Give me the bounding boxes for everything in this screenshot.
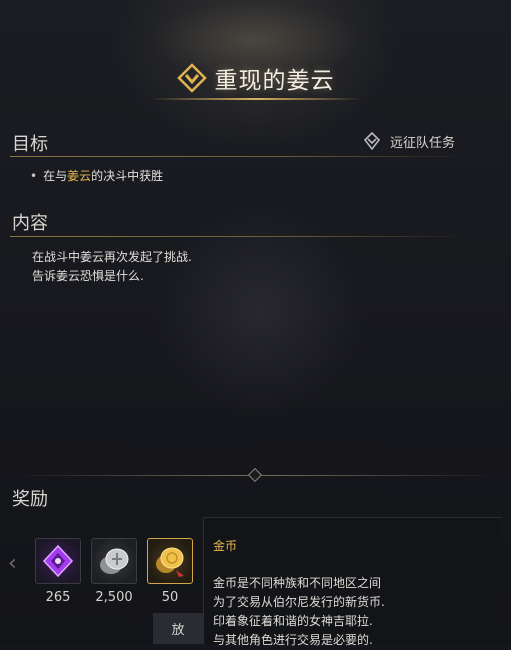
action-button[interactable]: 放: [153, 613, 203, 644]
objective-item: • 在与姜云的决斗中获胜: [30, 167, 163, 184]
purple-crystal-icon: [42, 544, 74, 578]
quest-title-bar: 重现的姜云: [0, 58, 511, 98]
tooltip-line: 与其他角色进行交易是必要的.: [213, 633, 373, 647]
reward-count: 50: [161, 590, 179, 605]
objective-target-name: 姜云: [67, 169, 92, 183]
gold-coin-icon: [156, 547, 184, 577]
tooltip-line: 为了交易从伯尔尼发行的新货币.: [213, 595, 385, 609]
item-tooltip: 金币 金币是不同种族和不同地区之间 为了交易从伯尔尼发行的新货币. 印着象征着和…: [203, 517, 502, 647]
reward-slot[interactable]: [91, 538, 137, 584]
reward-item-silver-coin[interactable]: 2,500: [91, 538, 137, 605]
tooltip-title: 金币: [213, 539, 238, 553]
expedition-task-label: 远征队任务: [390, 135, 456, 151]
objective-prefix: 在与: [43, 169, 68, 183]
reward-item-purple-crystal[interactable]: 265: [35, 538, 81, 605]
expedition-task-tag: 远征队任务: [362, 131, 455, 151]
objective-heading: 目标: [12, 134, 48, 155]
content-text: 在战斗中姜云再次发起了挑战. 告诉姜云恐惧是什么.: [32, 248, 192, 286]
content-heading: 内容: [12, 213, 48, 234]
expedition-icon: [363, 131, 381, 151]
quest-diamond-icon: [176, 63, 207, 93]
title-underline: [150, 98, 362, 100]
content-line: 在战斗中姜云再次发起了挑战.: [32, 250, 192, 264]
tooltip-line: 金币是不同种族和不同地区之间: [213, 576, 382, 590]
reward-item-gold-coin[interactable]: 50: [147, 538, 193, 605]
tooltip-line: 印着象征着和谐的女神吉耶拉.: [213, 614, 373, 628]
reward-count: 2,500: [95, 590, 133, 605]
objective-divider: [10, 156, 470, 157]
content-divider: [10, 236, 470, 237]
page-title: 重现的姜云: [214, 68, 335, 94]
silver-coin-icon: [100, 548, 129, 574]
reward-slot-selected[interactable]: [147, 538, 193, 584]
bullet-dot: •: [30, 169, 38, 183]
reward-slot[interactable]: [35, 538, 81, 584]
rewards-heading: 奖励: [12, 489, 48, 510]
chevron-left-icon[interactable]: ‹: [8, 551, 17, 576]
content-line: 告诉姜云恐惧是什么.: [32, 269, 144, 283]
objective-suffix: 的决斗中获胜: [91, 169, 164, 183]
reward-count: 265: [45, 590, 71, 605]
tooltip-body: 金币是不同种族和不同地区之间 为了交易从伯尔尼发行的新货币. 印着象征着和谐的女…: [213, 574, 385, 650]
